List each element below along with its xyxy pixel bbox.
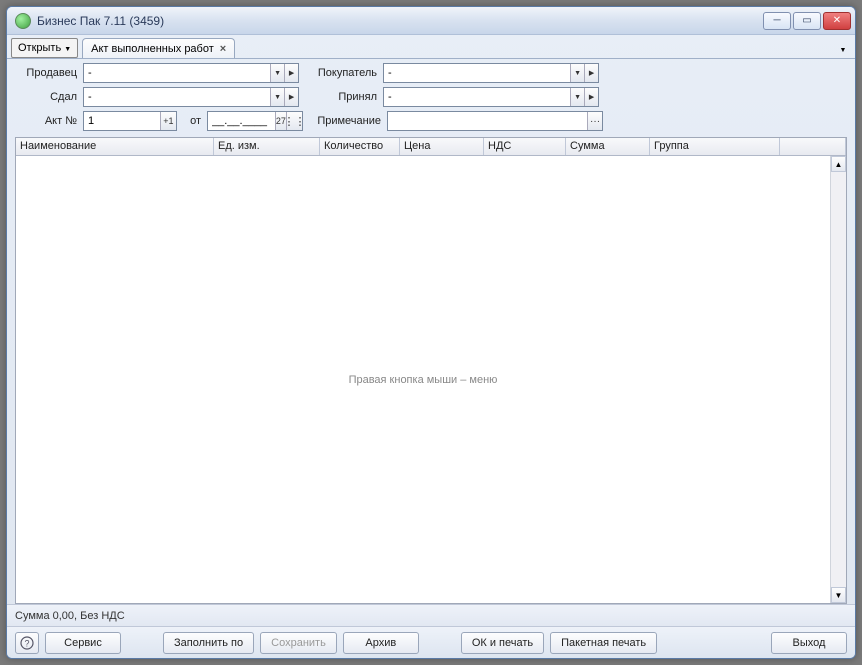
act-number-field[interactable]: +1 — [83, 111, 177, 131]
minimize-button[interactable]: ─ — [763, 12, 791, 30]
accepted-label: Принял — [305, 91, 377, 103]
seller-label: Продавец — [15, 67, 77, 79]
form-row-3: Акт № +1 от 27 ⋮⋮ Примечание ··· — [15, 111, 847, 131]
seller-combo[interactable] — [83, 63, 299, 83]
save-button[interactable]: Сохранить — [260, 632, 337, 654]
buyer-combo[interactable] — [383, 63, 599, 83]
grid-header: НаименованиеЕд. изм.КоличествоЦенаНДССум… — [16, 138, 846, 156]
app-icon — [15, 13, 31, 29]
note-input[interactable] — [388, 112, 587, 130]
grid-column-header[interactable]: Сумма — [566, 138, 650, 155]
main-window: Бизнес Пак 7.11 (3459) ─ ▭ ✕ Открыть Акт… — [6, 6, 856, 659]
titlebar: Бизнес Пак 7.11 (3459) ─ ▭ ✕ — [7, 7, 855, 35]
open-menu-label: Открыть — [18, 42, 61, 54]
scroll-up-button[interactable]: ▲ — [831, 156, 846, 172]
ok-print-button[interactable]: ОК и печать — [461, 632, 544, 654]
data-grid: НаименованиеЕд. изм.КоличествоЦенаНДССум… — [15, 137, 847, 604]
status-text: Сумма 0,00, Без НДС — [15, 610, 125, 622]
seller-dropdown-icon[interactable] — [270, 64, 284, 82]
vertical-scrollbar[interactable]: ▲ ▼ — [830, 156, 846, 603]
date-input[interactable] — [208, 112, 275, 130]
grid-column-header[interactable]: Ед. изм. — [214, 138, 320, 155]
close-tab-icon[interactable]: × — [220, 43, 226, 55]
buyer-dropdown-icon[interactable] — [570, 64, 584, 82]
svg-text:?: ? — [24, 638, 29, 648]
status-bar: Сумма 0,00, Без НДС — [7, 604, 855, 626]
grid-column-filler — [780, 138, 846, 155]
act-number-input[interactable] — [84, 112, 160, 130]
grid-column-header[interactable]: Наименование — [16, 138, 214, 155]
document-tab[interactable]: Акт выполненных работ × — [82, 38, 235, 58]
note-label: Примечание — [309, 115, 381, 127]
tab-list-dropdown[interactable] — [835, 42, 851, 58]
gave-combo[interactable] — [83, 87, 299, 107]
gave-dropdown-icon[interactable] — [270, 88, 284, 106]
act-increment-button[interactable]: +1 — [160, 112, 176, 130]
grid-column-header[interactable]: Цена — [400, 138, 484, 155]
form-row-2: Сдал Принял — [15, 87, 847, 107]
exit-button[interactable]: Выход — [771, 632, 847, 654]
scroll-track[interactable] — [831, 172, 846, 587]
gave-input[interactable] — [84, 88, 270, 106]
accepted-combo[interactable] — [383, 87, 599, 107]
grid-column-header[interactable]: Группа — [650, 138, 780, 155]
grid-column-header[interactable]: НДС — [484, 138, 566, 155]
help-icon: ? — [20, 636, 34, 650]
batch-print-button[interactable]: Пакетная печать — [550, 632, 657, 654]
maximize-button[interactable]: ▭ — [793, 12, 821, 30]
open-menu-button[interactable]: Открыть — [11, 38, 78, 58]
accepted-dropdown-icon[interactable] — [570, 88, 584, 106]
accepted-open-icon[interactable] — [584, 88, 598, 106]
gave-label: Сдал — [15, 91, 77, 103]
buyer-input[interactable] — [384, 64, 570, 82]
accepted-input[interactable] — [384, 88, 570, 106]
help-button[interactable]: ? — [15, 632, 39, 654]
archive-button[interactable]: Архив — [343, 632, 419, 654]
tab-bar: Открыть Акт выполненных работ × — [7, 35, 855, 59]
grid-empty-hint: Правая кнопка мыши – меню — [16, 156, 830, 603]
from-label: от — [183, 115, 201, 127]
fill-button[interactable]: Заполнить по — [163, 632, 254, 654]
buyer-open-icon[interactable] — [584, 64, 598, 82]
date-field[interactable]: 27 ⋮⋮ — [207, 111, 303, 131]
seller-input[interactable] — [84, 64, 270, 82]
seller-open-icon[interactable] — [284, 64, 298, 82]
note-expand-button[interactable]: ··· — [587, 112, 602, 130]
window-title: Бизнес Пак 7.11 (3459) — [37, 14, 763, 28]
buyer-label: Покупатель — [305, 67, 377, 79]
gave-open-icon[interactable] — [284, 88, 298, 106]
grid-body[interactable]: Правая кнопка мыши – меню ▲ ▼ — [16, 156, 846, 603]
close-button[interactable]: ✕ — [823, 12, 851, 30]
chevron-down-icon — [64, 42, 71, 54]
service-button[interactable]: Сервис — [45, 632, 121, 654]
window-controls: ─ ▭ ✕ — [763, 12, 851, 30]
grid-column-header[interactable]: Количество — [320, 138, 400, 155]
form-row-1: Продавец Покупатель — [15, 63, 847, 83]
form-area: Продавец Покупатель Сдал Принял — [7, 59, 855, 135]
document-tab-label: Акт выполненных работ — [91, 43, 214, 55]
bottom-toolbar: ? Сервис Заполнить по Сохранить Архив ОК… — [7, 626, 855, 658]
scroll-down-button[interactable]: ▼ — [831, 587, 846, 603]
date-grid-icon[interactable]: ⋮⋮ — [286, 112, 302, 130]
note-field[interactable]: ··· — [387, 111, 603, 131]
act-label: Акт № — [15, 115, 77, 127]
